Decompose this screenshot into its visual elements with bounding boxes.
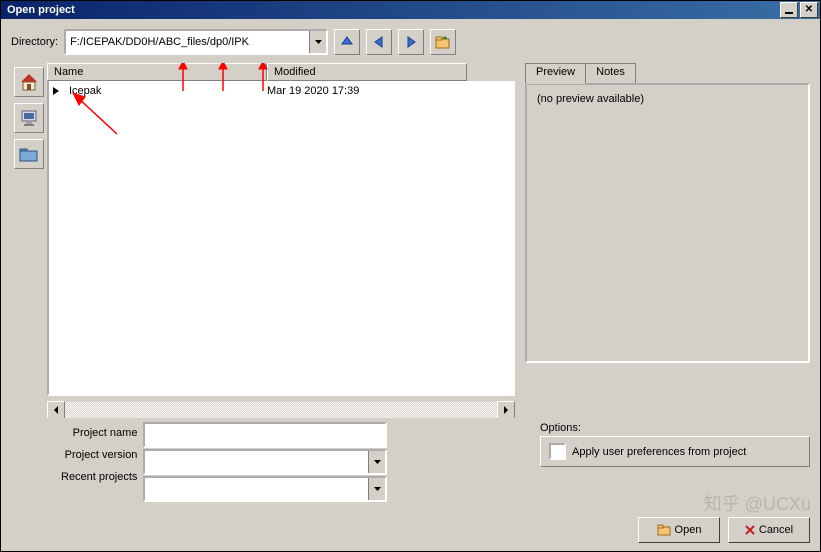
horizontal-scrollbar[interactable] xyxy=(47,402,515,418)
project-version-label: Project version xyxy=(65,444,138,466)
open-button[interactable]: Open xyxy=(638,517,720,543)
file-row[interactable]: Icepak Mar 19 2020 17:39 xyxy=(49,81,513,101)
file-list-panel: Name Modified Icepak Mar 19 2020 17:39 xyxy=(47,63,515,418)
apply-prefs-label: Apply user preferences from project xyxy=(572,446,746,458)
project-name-field[interactable] xyxy=(143,422,387,448)
open-button-label: Open xyxy=(675,524,702,536)
home-view-button[interactable] xyxy=(14,67,44,97)
project-name-label: Project name xyxy=(73,422,138,444)
preview-content: (no preview available) xyxy=(525,83,810,363)
preview-tabs: Preview Notes xyxy=(525,63,810,83)
cancel-button-label: Cancel xyxy=(759,524,793,536)
nav-back-button[interactable] xyxy=(366,29,392,55)
nav-open-folder-button[interactable] xyxy=(430,29,456,55)
column-modified[interactable]: Modified xyxy=(267,63,467,81)
title-bar: Open project ✕ xyxy=(1,1,820,19)
scroll-left-icon[interactable] xyxy=(47,401,65,418)
folder-icon xyxy=(19,146,39,162)
expand-triangle-icon[interactable] xyxy=(53,87,59,95)
scroll-right-icon[interactable] xyxy=(497,401,515,418)
tab-notes[interactable]: Notes xyxy=(585,63,636,83)
project-version-dropdown-icon[interactable] xyxy=(368,451,385,473)
options-label: Options: xyxy=(540,422,581,434)
file-list-body[interactable]: Icepak Mar 19 2020 17:39 xyxy=(47,81,515,396)
computer-view-button[interactable] xyxy=(14,103,44,133)
file-list-header: Name Modified xyxy=(47,63,515,81)
view-icon-column xyxy=(11,63,47,418)
directory-row: Directory: xyxy=(11,29,810,55)
window-title: Open project xyxy=(3,4,778,16)
open-folder-icon xyxy=(657,524,671,536)
options-box: Apply user preferences from project xyxy=(540,436,810,467)
preview-panel: Preview Notes (no preview available) xyxy=(525,63,810,418)
close-button[interactable]: ✕ xyxy=(800,2,818,18)
minimize-button[interactable] xyxy=(780,2,798,18)
recent-projects-dropdown-icon[interactable] xyxy=(368,478,385,500)
folder-view-button[interactable] xyxy=(14,139,44,169)
file-name-cell: Icepak xyxy=(69,85,267,97)
file-modified-cell: Mar 19 2020 17:39 xyxy=(267,85,359,97)
scroll-track[interactable] xyxy=(65,402,497,418)
directory-dropdown-icon[interactable] xyxy=(309,31,326,53)
cancel-button[interactable]: Cancel xyxy=(728,517,810,543)
tab-preview[interactable]: Preview xyxy=(525,63,586,84)
project-name-input[interactable] xyxy=(145,424,385,446)
recent-projects-field[interactable] xyxy=(143,476,387,502)
project-version-field[interactable] xyxy=(143,449,387,475)
apply-prefs-checkbox[interactable] xyxy=(549,443,566,460)
directory-combo[interactable] xyxy=(64,29,328,55)
recent-projects-input[interactable] xyxy=(145,478,368,500)
open-project-dialog: Open project ✕ Directory: xyxy=(0,0,821,552)
preview-empty-text: (no preview available) xyxy=(537,93,644,105)
directory-input[interactable] xyxy=(66,31,309,53)
project-version-input[interactable] xyxy=(145,451,368,473)
column-name[interactable]: Name xyxy=(47,63,267,81)
directory-label: Directory: xyxy=(11,36,58,48)
computer-icon xyxy=(20,109,38,127)
home-icon xyxy=(19,73,39,91)
nav-forward-button[interactable] xyxy=(398,29,424,55)
cancel-icon xyxy=(745,525,755,535)
nav-up-button[interactable] xyxy=(334,29,360,55)
recent-projects-label: Recent projects xyxy=(61,466,137,488)
